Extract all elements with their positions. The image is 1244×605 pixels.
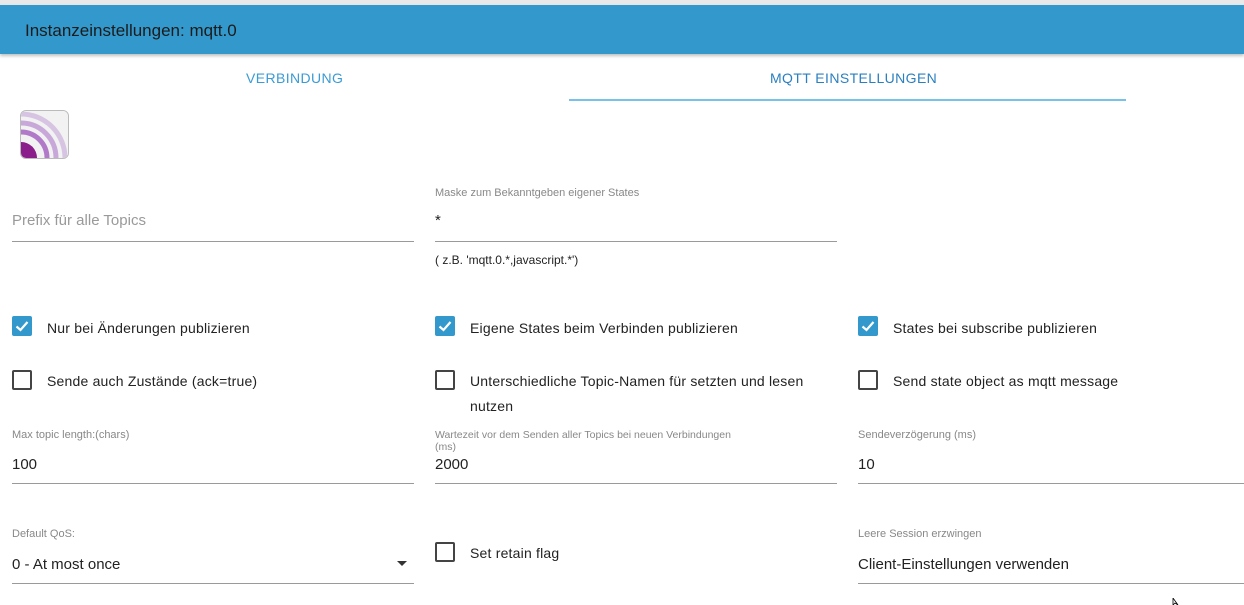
send-ack-checkbox[interactable]: [12, 370, 32, 390]
wait-time-field[interactable]: Wartezeit vor dem Senden aller Topics be…: [435, 429, 837, 487]
wait-time-label: Wartezeit vor dem Senden aller Topics be…: [435, 429, 731, 453]
default-qos-underline: [12, 583, 414, 584]
mouse-cursor-icon: [1172, 598, 1179, 605]
state-object-label: Send state object as mqtt message: [893, 373, 1119, 389]
wait-time-underline: [435, 483, 837, 484]
on-subscribe-checkbox[interactable]: [858, 316, 878, 336]
mask-field[interactable]: Maske zum Bekanntgeben eigener States *: [435, 186, 837, 246]
checkmark-icon: [15, 321, 29, 332]
retain-checkbox[interactable]: [435, 542, 455, 562]
max-topic-length-underline: [12, 483, 414, 484]
dialog-header: Instanzeinstellungen: mqtt.0: [0, 5, 1244, 54]
active-tab-indicator: [569, 99, 1126, 101]
send-delay-input[interactable]: 10: [858, 456, 875, 473]
default-qos-label: Default QoS:: [12, 528, 75, 540]
send-delay-label: Sendeverzögerung (ms): [858, 429, 977, 441]
tab-mqtt-einstellungen[interactable]: MQTT EINSTELLUNGEN: [770, 70, 937, 86]
clean-session-underline: [858, 583, 1244, 584]
default-qos-value[interactable]: 0 - At most once: [12, 556, 120, 573]
mask-helper-text: ( z.B. 'mqtt.0.*,javascript.*'): [435, 253, 579, 267]
mask-input[interactable]: *: [435, 212, 441, 229]
different-topics-checkbox[interactable]: [435, 370, 455, 390]
max-topic-length-label: Max topic length:(chars): [12, 429, 130, 441]
mask-underline: [435, 241, 837, 242]
send-ack-label: Sende auch Zustände (ack=true): [47, 373, 258, 389]
checkmark-icon: [438, 321, 452, 332]
dialog-title: Instanzeinstellungen: mqtt.0: [25, 21, 237, 40]
only-changes-label: Nur bei Änderungen publizieren: [47, 320, 250, 336]
clean-session-label: Leere Session erzwingen: [858, 528, 982, 540]
state-object-checkbox[interactable]: [858, 370, 878, 390]
different-topics-label-line1: Unterschiedliche Topic-Namen für setzten…: [470, 373, 804, 389]
max-topic-length-input[interactable]: 100: [12, 456, 37, 473]
send-delay-field[interactable]: Sendeverzögerung (ms) 10: [858, 429, 1244, 487]
prefix-placeholder: Prefix für alle Topics: [12, 212, 146, 229]
prefix-field[interactable]: Prefix für alle Topics: [12, 200, 414, 245]
clean-session-select[interactable]: Leere Session erzwingen Client-Einstellu…: [858, 528, 1244, 586]
own-states-label: Eigene States beim Verbinden publizieren: [470, 320, 738, 336]
mqtt-logo-icon: [20, 110, 69, 159]
own-states-checkbox[interactable]: [435, 316, 455, 336]
max-topic-length-field[interactable]: Max topic length:(chars) 100: [12, 429, 414, 487]
checkmark-icon: [861, 321, 875, 332]
wait-time-input[interactable]: 2000: [435, 456, 468, 473]
on-subscribe-label: States bei subscribe publizieren: [893, 320, 1098, 336]
clean-session-value[interactable]: Client-Einstellungen verwenden: [858, 556, 1069, 573]
default-qos-select[interactable]: Default QoS: 0 - At most once: [12, 528, 414, 586]
mask-label: Maske zum Bekanntgeben eigener States: [435, 187, 640, 199]
prefix-underline: [12, 241, 414, 242]
only-changes-checkbox[interactable]: [12, 316, 32, 336]
retain-label: Set retain flag: [470, 545, 560, 561]
different-topics-label-line2: nutzen: [470, 398, 514, 414]
send-delay-underline: [858, 483, 1244, 484]
tab-verbindung[interactable]: VERBINDUNG: [246, 70, 343, 86]
dropdown-arrow-icon[interactable]: [397, 561, 407, 566]
